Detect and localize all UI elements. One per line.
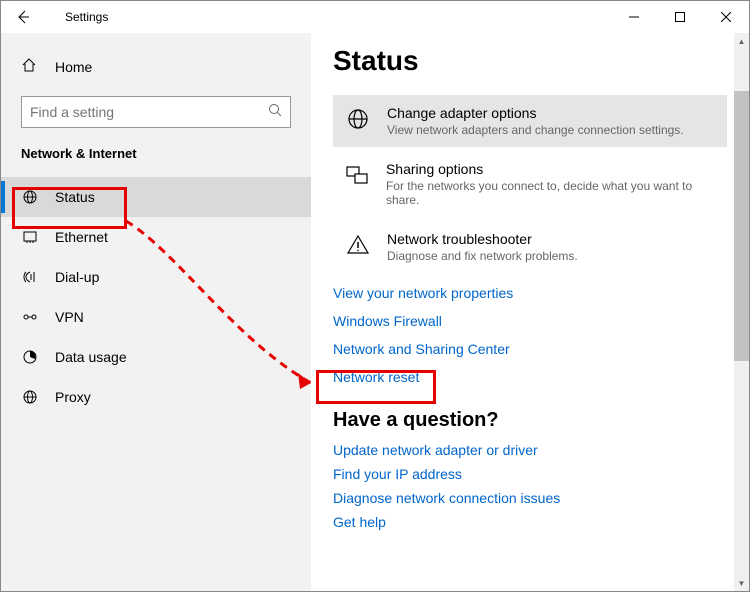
option-title: Sharing options xyxy=(386,161,717,177)
sidebar-item-label: Dial-up xyxy=(55,269,99,285)
minimize-icon xyxy=(629,12,639,22)
link-network-reset[interactable]: Network reset xyxy=(333,369,727,385)
scrollbar-track[interactable]: ▲ ▼ xyxy=(734,33,749,591)
category-header: Network & Internet xyxy=(1,146,311,167)
option-desc: View network adapters and change connect… xyxy=(387,123,684,137)
option-change-adapter[interactable]: Change adapter options View network adap… xyxy=(333,95,727,147)
option-troubleshooter[interactable]: Network troubleshooter Diagnose and fix … xyxy=(333,221,727,273)
option-desc: For the networks you connect to, decide … xyxy=(386,179,717,207)
link-get-help[interactable]: Get help xyxy=(333,514,727,530)
link-windows-firewall[interactable]: Windows Firewall xyxy=(333,313,727,329)
option-title: Change adapter options xyxy=(387,105,684,121)
link-view-properties[interactable]: View your network properties xyxy=(333,285,727,301)
search-icon xyxy=(268,103,282,122)
option-desc: Diagnose and fix network problems. xyxy=(387,249,578,263)
sidebar-item-datausage[interactable]: Data usage xyxy=(1,337,311,377)
adapter-icon xyxy=(343,105,373,137)
search-input[interactable] xyxy=(30,104,268,120)
dialup-icon xyxy=(21,269,39,285)
vpn-icon xyxy=(21,309,39,325)
back-arrow-icon xyxy=(15,9,31,25)
sidebar-item-label: Proxy xyxy=(55,389,91,405)
main-content: Status Change adapter options View netwo… xyxy=(311,33,749,591)
troubleshoot-icon xyxy=(343,231,373,263)
option-sharing[interactable]: Sharing options For the networks you con… xyxy=(333,151,727,217)
sidebar-item-proxy[interactable]: Proxy xyxy=(1,377,311,417)
home-icon xyxy=(21,57,39,76)
close-icon xyxy=(721,12,731,22)
minimize-button[interactable] xyxy=(611,1,657,33)
scrollbar-down-arrow[interactable]: ▼ xyxy=(734,575,749,591)
page-title: Status xyxy=(333,45,727,77)
proxy-icon xyxy=(21,389,39,405)
question-heading: Have a question? xyxy=(333,409,727,432)
close-button[interactable] xyxy=(703,1,749,33)
home-button[interactable]: Home xyxy=(1,49,311,84)
sidebar-item-dialup[interactable]: Dial-up xyxy=(1,257,311,297)
link-network-sharing-center[interactable]: Network and Sharing Center xyxy=(333,341,727,357)
sidebar-item-label: Ethernet xyxy=(55,229,108,245)
scrollbar-up-arrow[interactable]: ▲ xyxy=(734,33,749,49)
sidebar-item-status[interactable]: Status xyxy=(1,177,311,217)
sidebar-item-label: Data usage xyxy=(55,349,127,365)
sharing-icon xyxy=(343,161,372,207)
option-title: Network troubleshooter xyxy=(387,231,578,247)
maximize-icon xyxy=(675,12,685,22)
ethernet-icon xyxy=(21,229,39,245)
scrollbar-thumb[interactable] xyxy=(734,91,749,361)
titlebar: Settings xyxy=(1,1,749,33)
sidebar-item-label: Status xyxy=(55,189,95,205)
sidebar-item-ethernet[interactable]: Ethernet xyxy=(1,217,311,257)
datausage-icon xyxy=(21,349,39,365)
status-icon xyxy=(21,189,39,205)
link-find-ip[interactable]: Find your IP address xyxy=(333,466,727,482)
sidebar: Home Network & Internet Status Ethernet … xyxy=(1,33,311,591)
home-label: Home xyxy=(55,59,92,75)
sidebar-item-vpn[interactable]: VPN xyxy=(1,297,311,337)
maximize-button[interactable] xyxy=(657,1,703,33)
sidebar-item-label: VPN xyxy=(55,309,84,325)
search-box[interactable] xyxy=(21,96,291,128)
link-diagnose-issues[interactable]: Diagnose network connection issues xyxy=(333,490,727,506)
window-title: Settings xyxy=(65,10,108,24)
back-button[interactable] xyxy=(9,1,37,33)
link-update-adapter[interactable]: Update network adapter or driver xyxy=(333,442,727,458)
window-controls xyxy=(611,1,749,33)
